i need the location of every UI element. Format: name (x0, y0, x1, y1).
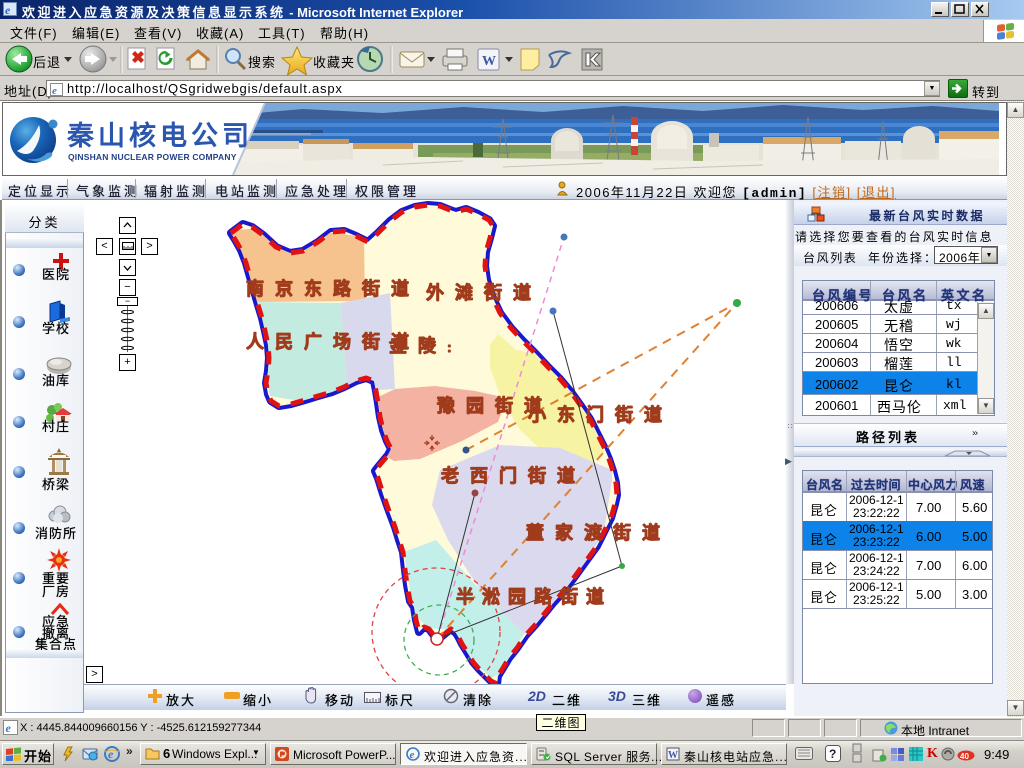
svg-text:董家渡街道: 董家渡街道 (526, 522, 671, 543)
svg-text:秦山核电公司: 秦山核电公司 (66, 120, 253, 151)
svg-text:小东门街道: 小东门街道 (528, 404, 673, 425)
svg-text:e: e (6, 721, 12, 735)
svg-text:QINSHAN NUCLEAR POWER COMPANY: QINSHAN NUCLEAR POWER COMPANY (68, 152, 237, 162)
svg-text:半淞园路街道: 半淞园路街道 (456, 586, 612, 607)
svg-text:e: e (5, 3, 11, 16)
svg-text:e: e (410, 749, 415, 761)
svg-text:南京东路街道: 南京东路街道 (246, 278, 420, 299)
svg-text:e: e (108, 747, 114, 761)
svg-text:e: e (52, 85, 57, 96)
svg-text:W: W (482, 54, 496, 69)
svg-text:老西门街道: 老西门街道 (441, 465, 586, 486)
svg-text:金陵:: 金陵: (388, 335, 452, 356)
svg-text:外滩街道: 外滩街道 (426, 282, 542, 303)
svg-text:40: 40 (960, 752, 969, 761)
svg-text:?: ? (829, 747, 836, 761)
svg-text:W: W (668, 750, 678, 761)
